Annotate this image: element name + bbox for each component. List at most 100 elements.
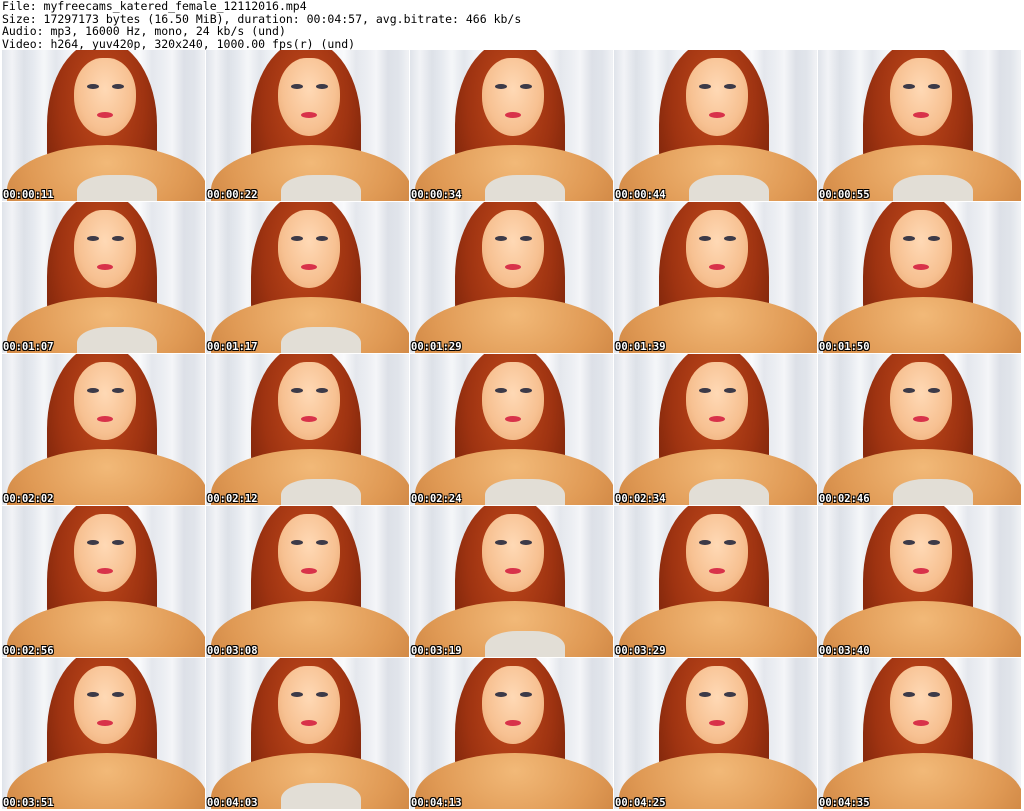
frame-image-part <box>97 112 113 118</box>
frame-image-part <box>505 568 521 574</box>
frame-image-part <box>97 264 113 270</box>
frame-timestamp: 00:01:17 <box>207 341 258 353</box>
video-frame-thumbnail: 00:02:02 <box>2 354 205 505</box>
video-frame-thumbnail: 00:04:13 <box>410 658 613 809</box>
frame-timestamp: 00:04:13 <box>411 797 462 809</box>
frame-image-part <box>520 84 532 89</box>
frame-image-part <box>928 84 940 89</box>
frame-image-part <box>495 388 507 393</box>
frame-image-part <box>913 112 929 118</box>
frame-image-part <box>301 568 317 574</box>
video-frame-thumbnail: 00:01:07 <box>2 202 205 353</box>
frame-image-part <box>485 479 565 505</box>
frame-image-part <box>709 112 725 118</box>
frame-image-part <box>74 58 136 136</box>
frame-image-part <box>74 514 136 592</box>
video-frame-thumbnail: 00:00:44 <box>614 50 817 201</box>
frame-image-part <box>87 540 99 545</box>
frame-timestamp: 00:04:35 <box>819 797 870 809</box>
video-frame-thumbnail: 00:04:03 <box>206 658 409 809</box>
video-frame-thumbnail: 00:01:29 <box>410 202 613 353</box>
frame-image-part <box>699 388 711 393</box>
frame-image-part <box>482 514 544 592</box>
frame-image-part <box>699 236 711 241</box>
frame-image-part <box>913 416 929 422</box>
frame-image-part <box>97 568 113 574</box>
frame-image-part <box>903 692 915 697</box>
frame-timestamp: 00:00:22 <box>207 189 258 201</box>
frame-timestamp: 00:01:50 <box>819 341 870 353</box>
frame-timestamp: 00:02:56 <box>3 645 54 657</box>
video-frame-thumbnail: 00:02:56 <box>2 506 205 657</box>
frame-image-part <box>485 631 565 657</box>
frame-image-part <box>301 720 317 726</box>
frame-image-part <box>699 692 711 697</box>
frame-image-part <box>903 540 915 545</box>
frame-image-part <box>316 236 328 241</box>
frame-timestamp: 00:00:34 <box>411 189 462 201</box>
frame-image-part <box>278 210 340 288</box>
file-name-line: File: myfreecams_katered_female_12112016… <box>2 0 307 13</box>
frame-image-part <box>686 666 748 744</box>
frame-image-part <box>97 720 113 726</box>
frame-image-part <box>724 540 736 545</box>
thumbnail-grid: 00:00:11 00:00:22 00:00:34 00:00:44 00:00:55… <box>2 50 1022 810</box>
frame-image-part <box>686 514 748 592</box>
frame-image-part <box>291 692 303 697</box>
frame-image-part <box>699 540 711 545</box>
frame-image-part <box>928 540 940 545</box>
video-frame-thumbnail: 00:03:19 <box>410 506 613 657</box>
video-frame-thumbnail: 00:03:08 <box>206 506 409 657</box>
frame-image-part <box>112 692 124 697</box>
video-frame-thumbnail: 00:00:34 <box>410 50 613 201</box>
frame-timestamp: 00:03:08 <box>207 645 258 657</box>
frame-timestamp: 00:00:11 <box>3 189 54 201</box>
frame-image-part <box>482 362 544 440</box>
video-frame-thumbnail: 00:00:11 <box>2 50 205 201</box>
video-frame-thumbnail: 00:03:40 <box>818 506 1021 657</box>
frame-timestamp: 00:04:25 <box>615 797 666 809</box>
video-frame-thumbnail: 00:02:34 <box>614 354 817 505</box>
frame-timestamp: 00:02:34 <box>615 493 666 505</box>
frame-image-part <box>112 540 124 545</box>
frame-image-part <box>495 692 507 697</box>
frame-timestamp: 00:02:02 <box>3 493 54 505</box>
frame-timestamp: 00:02:12 <box>207 493 258 505</box>
frame-image-part <box>890 362 952 440</box>
frame-timestamp: 00:03:40 <box>819 645 870 657</box>
frame-image-part <box>520 388 532 393</box>
video-frame-thumbnail: 00:02:46 <box>818 354 1021 505</box>
frame-image-part <box>112 236 124 241</box>
frame-image-part <box>495 540 507 545</box>
frame-image-part <box>77 327 157 353</box>
frame-image-part <box>77 175 157 201</box>
frame-image-part <box>112 84 124 89</box>
frame-image-part <box>97 416 113 422</box>
frame-timestamp: 00:04:03 <box>207 797 258 809</box>
frame-image-part <box>278 362 340 440</box>
frame-image-part <box>482 666 544 744</box>
video-frame-thumbnail: 00:04:25 <box>614 658 817 809</box>
frame-image-part <box>301 112 317 118</box>
frame-image-part <box>495 236 507 241</box>
frame-image-part <box>724 236 736 241</box>
video-frame-thumbnail: 00:00:55 <box>818 50 1021 201</box>
frame-image-part <box>505 112 521 118</box>
frame-image-part <box>699 84 711 89</box>
video-frame-thumbnail: 00:04:35 <box>818 658 1021 809</box>
frame-image-part <box>689 175 769 201</box>
frame-image-part <box>278 514 340 592</box>
frame-image-part <box>913 720 929 726</box>
frame-image-part <box>316 388 328 393</box>
frame-image-part <box>74 666 136 744</box>
frame-image-part <box>278 666 340 744</box>
frame-image-part <box>482 58 544 136</box>
frame-image-part <box>890 210 952 288</box>
frame-timestamp: 00:02:24 <box>411 493 462 505</box>
frame-image-part <box>74 362 136 440</box>
frame-image-part <box>686 58 748 136</box>
video-frame-thumbnail: 00:01:17 <box>206 202 409 353</box>
audio-info-line: Audio: mp3, 16000 Hz, mono, 24 kb/s (und… <box>2 24 286 38</box>
frame-image-part <box>74 210 136 288</box>
frame-timestamp: 00:01:07 <box>3 341 54 353</box>
